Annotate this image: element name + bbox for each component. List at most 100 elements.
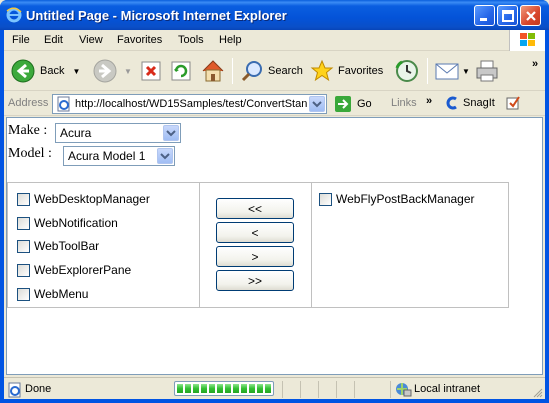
mail-button[interactable]: ▼ xyxy=(434,56,470,86)
menu-file[interactable]: File xyxy=(12,34,30,46)
address-label: Address xyxy=(8,97,49,109)
title-bar[interactable]: Untitled Page - Microsoft Internet Explo… xyxy=(0,0,549,30)
progress-block xyxy=(217,384,223,393)
make-select-arrow[interactable] xyxy=(163,125,179,141)
model-select-arrow[interactable] xyxy=(157,148,173,164)
left-list-item-label: WebExplorerPane xyxy=(34,263,132,277)
progress-block xyxy=(225,384,231,393)
left-list-item[interactable]: WebNotification xyxy=(17,216,118,230)
progress-block xyxy=(201,384,207,393)
checkbox[interactable] xyxy=(17,192,30,206)
browser-window: Untitled Page - Microsoft Internet Explo… xyxy=(0,0,549,403)
toolbar-chevron-icon[interactable]: » xyxy=(532,58,538,70)
address-field[interactable]: http://localhost/WD15Samples/test/Conver… xyxy=(52,94,327,114)
snagit-button[interactable]: SnagIt xyxy=(444,95,521,111)
links-chevron-icon[interactable]: » xyxy=(426,95,432,107)
address-dropdown-button[interactable] xyxy=(309,96,325,112)
history-icon xyxy=(395,60,418,82)
printer-icon xyxy=(476,60,498,82)
make-select[interactable]: Acura xyxy=(55,123,181,143)
home-button[interactable] xyxy=(200,56,226,86)
list-mover: WebDesktopManager WebNotification WebToo… xyxy=(7,182,509,308)
close-button[interactable] xyxy=(520,5,541,26)
right-list-item[interactable]: WebFlyPostBackManager xyxy=(319,192,475,206)
checkbox[interactable] xyxy=(17,239,30,253)
checkbox[interactable] xyxy=(17,287,30,301)
close-icon xyxy=(526,11,536,21)
left-list-item-label: WebMenu xyxy=(34,287,89,301)
minimize-button[interactable] xyxy=(474,5,495,26)
move-all-left-button[interactable]: << xyxy=(216,198,294,219)
address-url: http://localhost/WD15Samples/test/Conver… xyxy=(75,98,307,110)
maximize-button[interactable] xyxy=(497,5,518,26)
back-arrow-icon xyxy=(11,59,35,83)
left-list-item[interactable]: WebMenu xyxy=(17,287,88,301)
client-area: File Edit View Favorites Tools Help Back… xyxy=(4,30,545,399)
back-label: Back xyxy=(40,65,65,77)
search-label: Search xyxy=(268,65,303,77)
left-list-item[interactable]: WebDesktopManager xyxy=(17,192,150,206)
forward-arrow-icon xyxy=(93,59,117,83)
snagit-icon xyxy=(446,96,457,110)
menu-favorites[interactable]: Favorites xyxy=(117,34,162,46)
model-label: Model : xyxy=(8,146,52,161)
links-label[interactable]: Links xyxy=(391,97,417,109)
history-button[interactable] xyxy=(394,56,420,86)
left-list-item[interactable]: WebToolBar xyxy=(17,239,99,253)
left-list-item-label: WebDesktopManager xyxy=(34,192,150,206)
forward-dropdown-icon[interactable]: ▼ xyxy=(124,67,132,76)
move-right-button[interactable]: > xyxy=(216,246,294,267)
stop-button[interactable] xyxy=(140,56,162,86)
model-select[interactable]: Acura Model 1 xyxy=(63,146,175,166)
left-list-item[interactable]: WebExplorerPane xyxy=(17,263,131,277)
chevron-down-icon xyxy=(160,153,170,160)
right-list-item-label: WebFlyPostBackManager xyxy=(336,192,475,206)
status-bar: Done Local intranet xyxy=(4,377,545,399)
chevron-down-icon xyxy=(312,101,322,108)
zone-text: Local intranet xyxy=(414,383,481,395)
favorites-button[interactable]: Favorites xyxy=(310,56,383,86)
progress-block xyxy=(249,384,255,393)
move-left-button[interactable]: < xyxy=(216,222,294,243)
snagit-capture-icon[interactable] xyxy=(505,95,521,111)
progress-block xyxy=(233,384,239,393)
progress-block xyxy=(257,384,263,393)
refresh-button[interactable] xyxy=(170,56,192,86)
go-button[interactable]: Go xyxy=(334,95,372,113)
favorites-label: Favorites xyxy=(338,65,384,77)
move-all-right-button[interactable]: >> xyxy=(216,270,294,291)
checkbox[interactable] xyxy=(17,216,30,230)
progress-block xyxy=(185,384,191,393)
back-dropdown-icon[interactable]: ▼ xyxy=(72,67,80,76)
mail-dropdown-icon[interactable]: ▼ xyxy=(462,67,470,76)
progress-block xyxy=(177,384,183,393)
minimize-icon xyxy=(480,18,487,21)
progress-block xyxy=(241,384,247,393)
page-icon xyxy=(57,96,70,112)
checkbox[interactable] xyxy=(319,192,332,206)
menu-tools[interactable]: Tools xyxy=(178,34,204,46)
back-button[interactable]: Back ▼ xyxy=(10,56,80,86)
progress-bar xyxy=(174,381,274,396)
standard-toolbar: Back ▼ ▼ Search Favorites ▼ » xyxy=(4,52,545,91)
progress-block xyxy=(209,384,215,393)
intranet-zone-icon xyxy=(396,383,412,397)
search-button[interactable]: Search xyxy=(240,56,303,86)
window-title: Untitled Page - Microsoft Internet Explo… xyxy=(26,8,287,23)
make-select-value: Acura xyxy=(60,126,92,140)
checkbox[interactable] xyxy=(17,263,30,277)
model-select-value: Acura Model 1 xyxy=(68,149,146,163)
left-list-item-label: WebToolBar xyxy=(34,239,100,253)
ie-logo-icon xyxy=(6,7,22,23)
print-button[interactable] xyxy=(474,56,500,86)
go-label: Go xyxy=(357,98,372,110)
menu-view[interactable]: View xyxy=(79,34,103,46)
forward-button[interactable]: ▼ xyxy=(92,56,132,86)
menu-help[interactable]: Help xyxy=(219,34,242,46)
menu-edit[interactable]: Edit xyxy=(44,34,63,46)
windows-logo-icon xyxy=(509,30,545,51)
go-arrow-icon xyxy=(335,96,351,112)
resize-grip-icon[interactable] xyxy=(531,386,543,398)
maximize-icon xyxy=(502,10,514,22)
home-icon xyxy=(202,60,224,82)
